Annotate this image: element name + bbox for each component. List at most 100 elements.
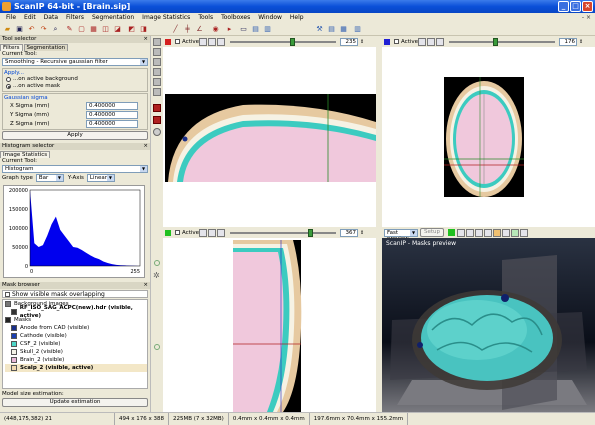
orient-icon[interactable] bbox=[427, 37, 436, 46]
menu-data[interactable]: Data bbox=[40, 13, 62, 23]
preview-mode-select[interactable]: Fast preview▼ bbox=[384, 228, 418, 242]
person-icon[interactable] bbox=[511, 228, 519, 237]
green-square-icon[interactable] bbox=[448, 229, 455, 236]
x-sigma-input[interactable]: 0.400000 bbox=[86, 101, 138, 110]
orient-icon[interactable] bbox=[199, 37, 208, 46]
tree-mask-item[interactable]: CSF_2 (visible) bbox=[5, 340, 147, 348]
redo-icon[interactable]: ↷ bbox=[38, 24, 49, 35]
tree-mask-item-active[interactable]: Scalp_2 (visible, active) bbox=[5, 364, 147, 372]
close-icon[interactable]: × bbox=[143, 282, 148, 289]
orient-icon[interactable] bbox=[217, 228, 226, 237]
crop-icon[interactable]: ◫ bbox=[100, 24, 111, 35]
tab-segmentation[interactable]: Segmentation bbox=[23, 44, 69, 51]
orient-icon[interactable] bbox=[418, 37, 427, 46]
morph-icon[interactable]: ◨ bbox=[138, 24, 149, 35]
tab-filters[interactable]: Filters bbox=[0, 44, 23, 51]
active-checkbox[interactable] bbox=[394, 39, 399, 44]
view-tool-icon[interactable] bbox=[153, 88, 161, 96]
active-checkbox[interactable] bbox=[175, 39, 180, 44]
slider-thumb[interactable] bbox=[308, 228, 314, 237]
undo-icon[interactable]: ↶ bbox=[26, 24, 37, 35]
zoom-icon[interactable]: ⌕ bbox=[50, 24, 61, 35]
orient-icon[interactable] bbox=[208, 228, 217, 237]
paint-icon[interactable]: ✎ bbox=[64, 24, 75, 35]
pen-icon[interactable] bbox=[502, 228, 510, 237]
menu-file[interactable]: File bbox=[2, 13, 20, 23]
wrench-icon[interactable]: ⚒ bbox=[314, 24, 325, 35]
link-icon[interactable] bbox=[154, 260, 160, 266]
overlap-checkbox[interactable]: Show visible mask overlapping bbox=[2, 290, 148, 298]
menu-edit[interactable]: Edit bbox=[20, 13, 40, 23]
view-coronal[interactable] bbox=[382, 47, 595, 242]
rotate-icon[interactable] bbox=[457, 228, 465, 237]
contrast-icon[interactable] bbox=[153, 128, 161, 136]
tree-mask-item[interactable]: Skull_2 (visible) bbox=[5, 348, 147, 356]
menu-help[interactable]: Help bbox=[286, 13, 308, 23]
maximize-button[interactable]: □ bbox=[570, 1, 581, 12]
slice-number[interactable]: 367 bbox=[340, 228, 359, 237]
tab-image-statistics[interactable]: Image Statistics bbox=[0, 151, 51, 158]
menu-tools[interactable]: Tools bbox=[194, 13, 217, 23]
z-sigma-input[interactable]: 0.400000 bbox=[86, 119, 138, 128]
menu-window[interactable]: Window bbox=[254, 13, 286, 23]
mask-icon[interactable]: ◩ bbox=[126, 24, 137, 35]
view-tool-icon[interactable] bbox=[153, 38, 161, 46]
mdi-controls[interactable]: - × bbox=[582, 13, 591, 23]
tree-background-item[interactable]: RF_ISO_SAG_ACPC(new).hdr (visible, activ… bbox=[5, 305, 147, 319]
menu-toolboxes[interactable]: Toolboxes bbox=[217, 13, 254, 23]
table-icon[interactable]: ▥ bbox=[352, 24, 363, 35]
y-axis-select[interactable]: Linear ▼ bbox=[86, 174, 115, 182]
slice-slider[interactable] bbox=[449, 37, 556, 46]
settings-icon[interactable]: ✲ bbox=[153, 272, 161, 280]
spin-icon[interactable]: ⇕ bbox=[579, 39, 583, 45]
select-icon[interactable]: ▢ bbox=[76, 24, 87, 35]
cancel-render-icon[interactable] bbox=[493, 228, 501, 237]
slice-slider[interactable] bbox=[230, 37, 337, 46]
layout-icon[interactable]: ▤ bbox=[250, 24, 261, 35]
spin-icon[interactable]: ⇕ bbox=[360, 39, 364, 45]
book-icon[interactable]: ▤ bbox=[326, 24, 337, 35]
screenshot-icon[interactable]: ▭ bbox=[238, 24, 249, 35]
camera-icon[interactable] bbox=[484, 228, 492, 237]
fill-icon[interactable]: ▦ bbox=[88, 24, 99, 35]
slider-thumb[interactable] bbox=[290, 37, 296, 46]
view-3d-preview[interactable]: ScanIP - Masks preview bbox=[382, 238, 595, 412]
orient-icon[interactable] bbox=[199, 228, 208, 237]
record-icon[interactable]: ◉ bbox=[210, 24, 221, 35]
view-tool-icon[interactable] bbox=[153, 68, 161, 76]
red-view-icon[interactable] bbox=[153, 104, 161, 112]
threshold-icon[interactable]: ◪ bbox=[112, 24, 123, 35]
slice-slider[interactable] bbox=[230, 228, 337, 237]
menu-segmentation[interactable]: Segmentation bbox=[88, 13, 138, 23]
refresh-icon[interactable] bbox=[466, 228, 474, 237]
orient-icon[interactable] bbox=[217, 37, 226, 46]
slider-thumb[interactable] bbox=[493, 37, 499, 46]
play-icon[interactable]: ▸ bbox=[224, 24, 235, 35]
tree-mask-item[interactable]: Brain_2 (visible) bbox=[5, 356, 147, 364]
radio-active-mask[interactable]: ...on active mask bbox=[4, 83, 146, 90]
tree-mask-item[interactable]: Anode from CAD (visible) bbox=[5, 324, 147, 332]
view-sagittal[interactable] bbox=[163, 238, 376, 412]
grid-icon[interactable]: ▦ bbox=[338, 24, 349, 35]
layout2-icon[interactable]: ▥ bbox=[262, 24, 273, 35]
close-icon[interactable]: × bbox=[143, 36, 148, 43]
close-button[interactable]: × bbox=[582, 1, 593, 12]
close-icon[interactable]: × bbox=[143, 143, 148, 150]
snapshot-icon[interactable] bbox=[520, 228, 528, 237]
save-icon[interactable]: ▣ bbox=[14, 24, 25, 35]
active-checkbox[interactable] bbox=[175, 230, 180, 235]
current-tool-select[interactable]: Smoothing - Recursive gaussian filter ▼ bbox=[2, 58, 148, 66]
radio-active-background[interactable]: ...on active background bbox=[4, 76, 146, 83]
view-tool-icon[interactable] bbox=[153, 58, 161, 66]
slice-number[interactable]: 235 bbox=[340, 37, 359, 46]
spin-icon[interactable]: ⇕ bbox=[360, 230, 364, 236]
menu-image-statistics[interactable]: Image Statistics bbox=[138, 13, 194, 23]
minimize-button[interactable]: _ bbox=[558, 1, 569, 12]
histogram-tool-select[interactable]: Histogram ▼ bbox=[2, 165, 148, 173]
orient-icon[interactable] bbox=[436, 37, 445, 46]
measure-icon[interactable]: ╱ bbox=[170, 24, 181, 35]
view-tool-icon[interactable] bbox=[153, 48, 161, 56]
link-icon[interactable] bbox=[154, 344, 160, 350]
mesh-icon[interactable] bbox=[475, 228, 483, 237]
slice-number[interactable]: 176 bbox=[559, 37, 578, 46]
